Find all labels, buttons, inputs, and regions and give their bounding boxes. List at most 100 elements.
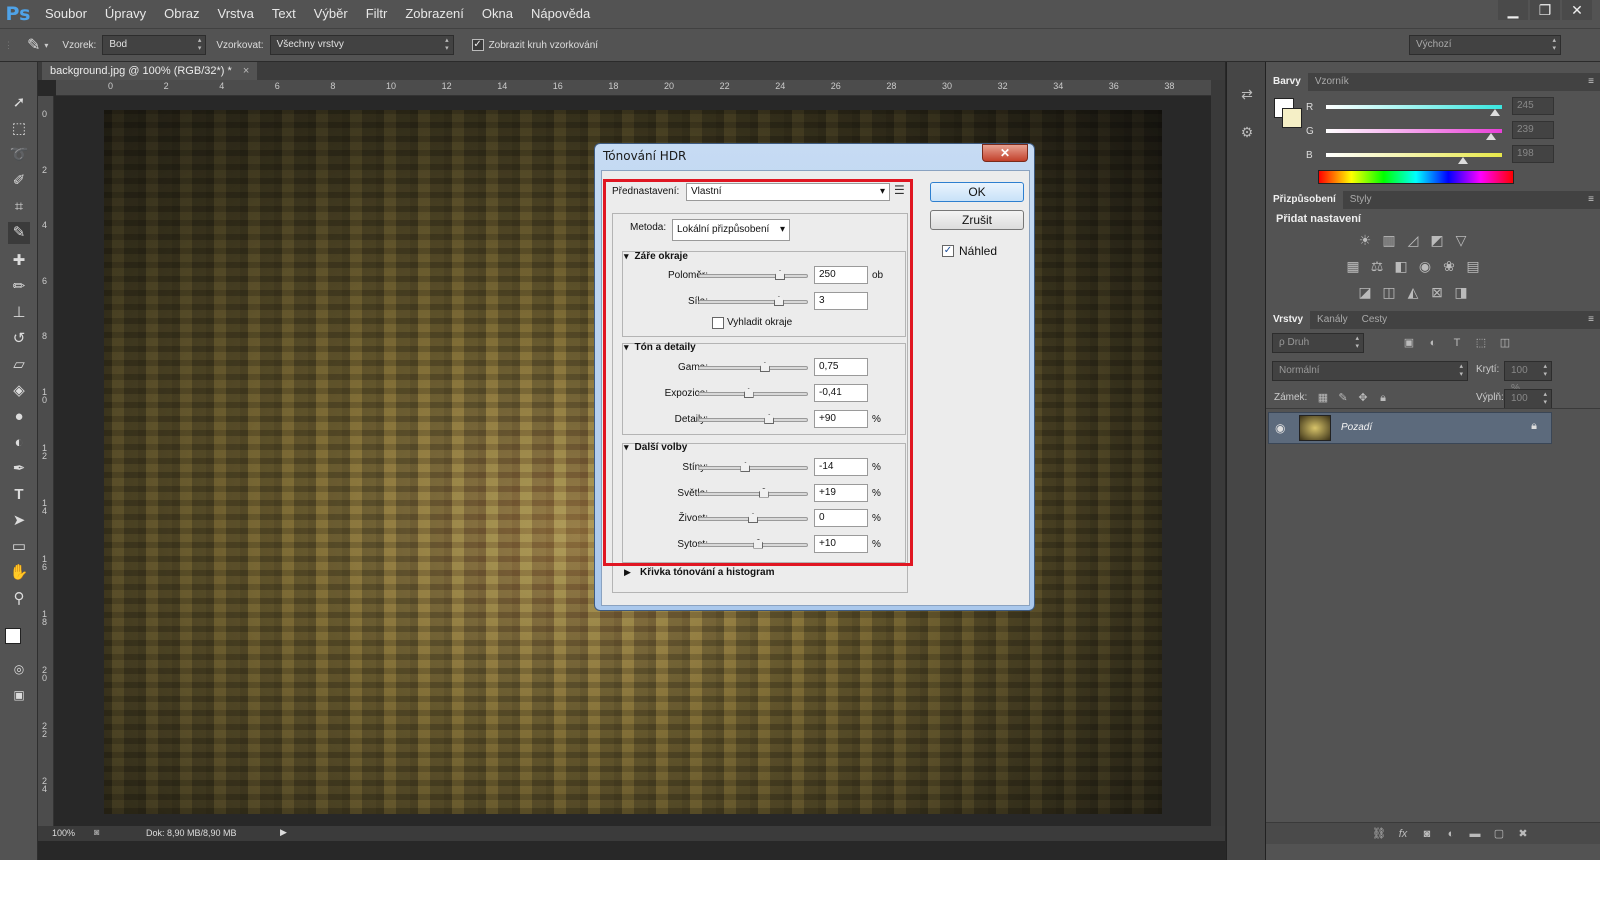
slider-thumb[interactable] (758, 487, 769, 498)
slider-track[interactable] (698, 388, 808, 398)
hand-tool-icon[interactable]: ✋ (8, 562, 30, 584)
channel-track[interactable] (1326, 153, 1502, 164)
mixer-icon[interactable]: ❀ (1440, 258, 1458, 274)
fill-input[interactable]: 100 % (1504, 389, 1552, 422)
foreground-color-swatch[interactable] (5, 628, 21, 644)
slider-thumb[interactable] (759, 362, 770, 372)
slider-thumb[interactable] (773, 296, 784, 306)
invert-icon[interactable]: ◪ (1356, 284, 1374, 300)
mask-icon[interactable]: ◙ (1418, 826, 1436, 842)
photo-filter-icon[interactable]: ◉ (1416, 258, 1434, 274)
close-button[interactable]: ✕ (1562, 0, 1592, 20)
slider-track[interactable] (698, 462, 808, 472)
vibrance-icon[interactable]: ▽ (1452, 232, 1470, 248)
slider-track[interactable] (698, 362, 808, 372)
tab-color[interactable]: Barvy (1266, 73, 1308, 91)
new-layer-icon[interactable]: ▢ (1490, 826, 1508, 842)
channel-value[interactable]: 245 (1512, 97, 1554, 115)
slider-value-input[interactable]: -14 (814, 458, 868, 476)
channel-track[interactable] (1326, 105, 1502, 116)
lasso-tool-icon[interactable]: ➰ (8, 144, 30, 166)
threshold-icon[interactable]: ◭ (1404, 284, 1422, 300)
posterize-icon[interactable]: ◫ (1380, 284, 1398, 300)
smooth-edges-checkbox[interactable] (712, 317, 724, 329)
status-arrow-icon[interactable]: ▶ (280, 827, 287, 838)
layer-row-background[interactable]: ◉ Pozadí 🔒︎ (1268, 412, 1552, 444)
curves-icon[interactable]: ◿ (1404, 232, 1422, 248)
slider-value-input[interactable]: +10 (814, 534, 868, 553)
marquee-tool-icon[interactable]: ⬚ (8, 118, 30, 140)
brightness-icon[interactable]: ☀ (1356, 232, 1374, 248)
menu-item[interactable]: Filtr (357, 0, 397, 28)
color-spectrum[interactable] (1318, 170, 1514, 184)
edge-glow-title[interactable]: Záře okraje (624, 251, 688, 262)
slider-thumb[interactable] (764, 414, 775, 424)
menu-item[interactable]: Soubor (36, 0, 96, 28)
crop-tool-icon[interactable]: ⌗ (8, 196, 30, 218)
show-ring-checkbox[interactable]: ✓ (471, 39, 484, 51)
zoom-tool-icon[interactable]: ⚲ (8, 588, 30, 610)
slider-track[interactable] (698, 538, 808, 549)
balance-icon[interactable]: ⚖ (1368, 258, 1386, 274)
cancel-button[interactable]: Zrušit (930, 210, 1024, 230)
tone-detail-title[interactable]: Tón a detaily (624, 342, 696, 353)
channel-thumb[interactable] (1489, 109, 1500, 116)
bw-icon[interactable]: ◧ (1392, 258, 1410, 274)
tab-styles[interactable]: Styly (1343, 191, 1379, 209)
lock-transparent-icon[interactable]: ▦ (1314, 390, 1332, 406)
history-panel-icon[interactable]: ⇄ (1238, 86, 1256, 102)
slider-thumb[interactable] (775, 270, 785, 280)
slider-value-input[interactable]: +90 (814, 410, 868, 428)
paint-bucket-icon[interactable]: ◈ (8, 380, 30, 402)
gradient-map-icon[interactable]: ◨ (1452, 284, 1470, 300)
eye-icon[interactable]: ◉ (1275, 421, 1285, 435)
path-select-icon[interactable]: ➤ (8, 510, 30, 532)
zoom-level[interactable]: 100% (52, 828, 75, 838)
chevron-right-icon[interactable]: ▶ (624, 567, 631, 578)
filter-adjust-icon[interactable]: ◐ (1424, 335, 1442, 351)
restore-button[interactable]: ❐ (1530, 0, 1560, 20)
slider-track[interactable] (698, 487, 808, 498)
slider-track[interactable] (698, 414, 808, 424)
slider-value-input[interactable]: 3 (814, 292, 868, 310)
slider-track[interactable] (698, 296, 808, 306)
sample-select[interactable]: Bod (102, 35, 207, 55)
layers-panel-menu-icon[interactable]: ≡ (1588, 311, 1594, 329)
slider-value-input[interactable]: -0,41 (814, 384, 868, 402)
ok-button[interactable]: OK (930, 182, 1024, 202)
menu-item[interactable]: Vrstva (209, 0, 263, 28)
dodge-tool-icon[interactable]: ◐ (8, 432, 30, 454)
slider-value-input[interactable]: 250 (814, 266, 868, 284)
link-layers-icon[interactable]: ⛓ (1370, 826, 1388, 842)
healing-tool-icon[interactable]: ✚ (8, 250, 30, 272)
brush-tool-icon[interactable]: ✏ (8, 276, 30, 298)
levels-icon[interactable]: ▥ (1380, 232, 1398, 248)
properties-panel-icon[interactable]: ⚙ (1238, 124, 1256, 140)
new-adjustment-icon[interactable]: ◐ (1442, 826, 1460, 842)
new-group-icon[interactable]: ▬ (1466, 826, 1484, 842)
hue-icon[interactable]: ▦ (1344, 258, 1362, 274)
screen-mode-icon[interactable]: ▣ (8, 684, 30, 706)
blur-tool-icon[interactable]: ● (8, 406, 30, 428)
history-brush-icon[interactable]: ↺ (8, 328, 30, 350)
layer-name[interactable]: Pozadí (1341, 422, 1372, 433)
tab-adjustments[interactable]: Přizpůsobení (1266, 191, 1343, 209)
advanced-title[interactable]: Další volby (624, 442, 688, 453)
channel-track[interactable] (1326, 129, 1502, 140)
stamp-tool-icon[interactable]: ⊥ (8, 302, 30, 324)
filter-shape-icon[interactable]: ⬚ (1472, 335, 1490, 351)
curve-section-title[interactable]: Křivka tónování a histogram (640, 567, 774, 578)
selective-color-icon[interactable]: ⊠ (1428, 284, 1446, 300)
type-tool-icon[interactable]: T (8, 484, 30, 506)
menu-item[interactable]: Výběr (305, 0, 357, 28)
slider-thumb[interactable] (740, 462, 751, 472)
canvas-scrollbar[interactable] (1211, 80, 1225, 826)
lock-pixels-icon[interactable]: ✎ (1334, 390, 1352, 406)
slider-track[interactable] (698, 513, 808, 523)
menu-item[interactable]: Nápověda (522, 0, 599, 28)
channel-value[interactable]: 239 (1512, 121, 1554, 139)
document-tab[interactable]: background.jpg @ 100% (RGB/32*) * × (42, 62, 258, 80)
blend-mode-select[interactable]: Normální (1272, 361, 1468, 381)
slider-thumb[interactable] (753, 538, 764, 549)
tab-swatches[interactable]: Vzorník (1308, 73, 1356, 91)
